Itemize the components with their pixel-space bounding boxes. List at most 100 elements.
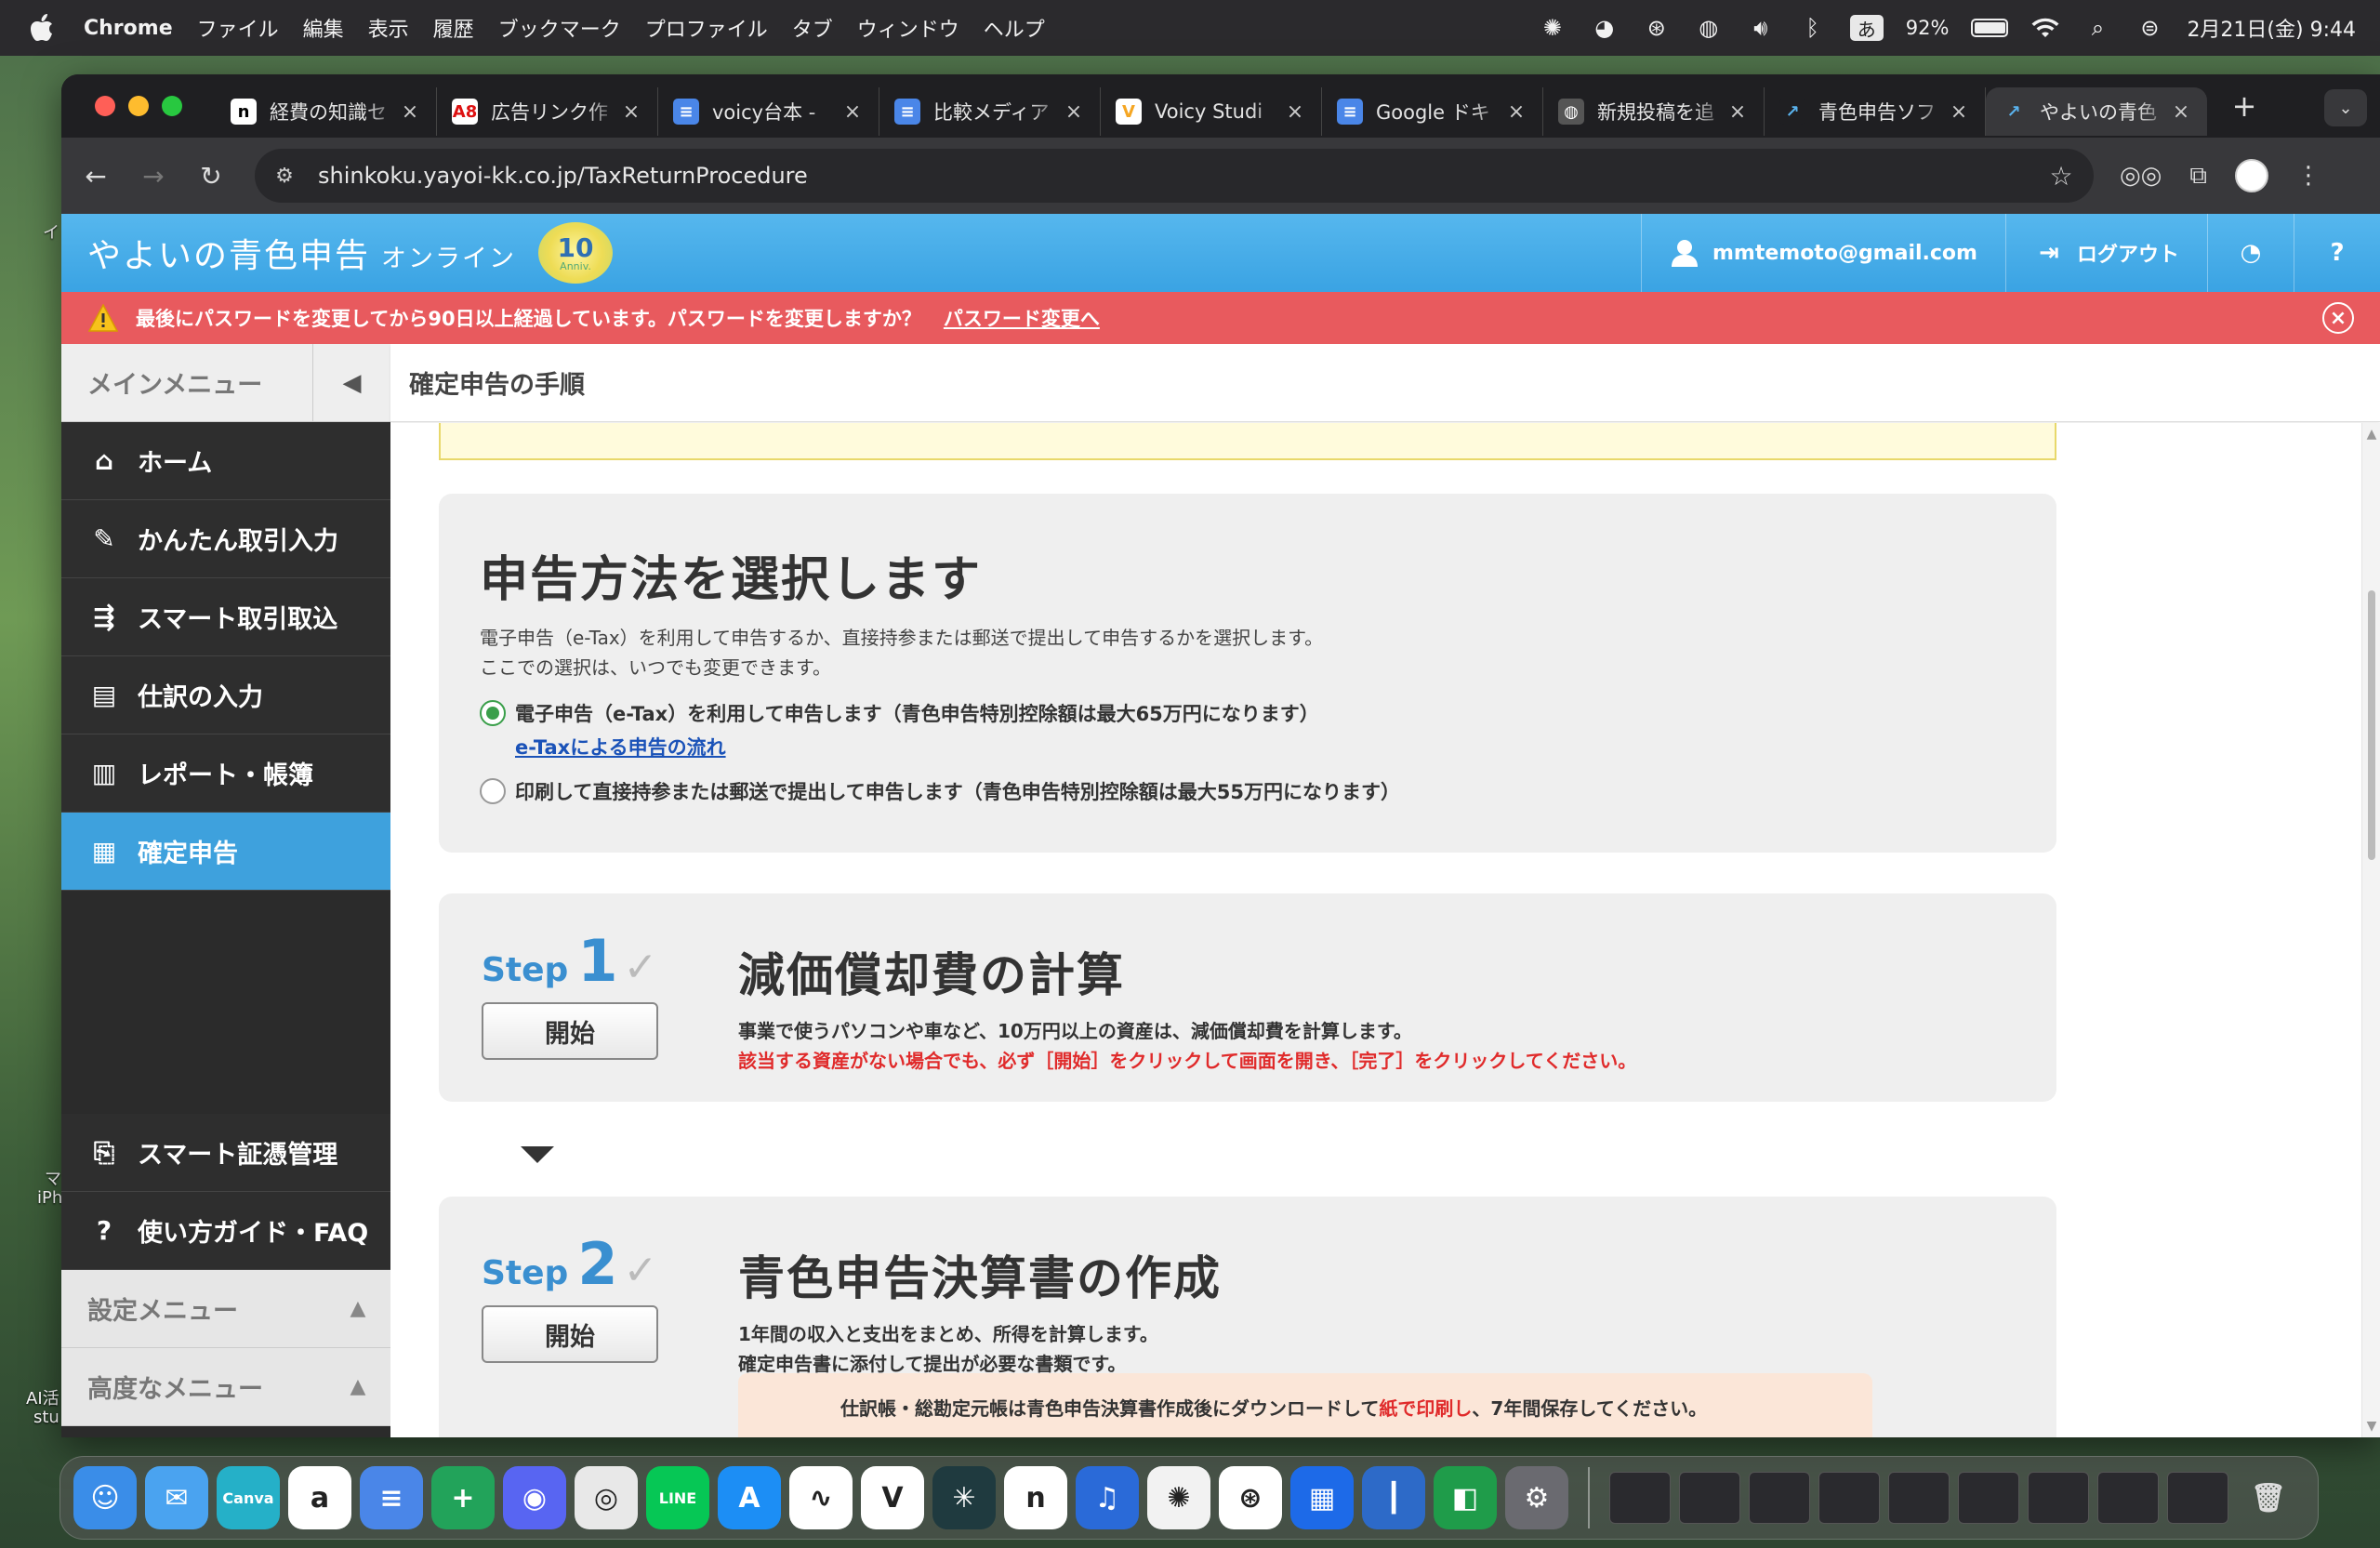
close-tab-icon[interactable]: × xyxy=(1284,100,1306,124)
quote-status-icon[interactable]: ◕ xyxy=(1590,13,1620,43)
menu-edit[interactable]: 編集 xyxy=(303,13,344,43)
browser-tab[interactable]: V Voicy Studi × xyxy=(1101,87,1322,136)
minimized-window-thumbnail[interactable] xyxy=(1609,1472,1671,1524)
logout-button[interactable]: ⇥ ログアウト xyxy=(2004,214,2207,292)
docs-app-icon[interactable]: ≡ xyxy=(360,1466,423,1529)
extensions-puzzle-icon[interactable]: ⧉ xyxy=(2189,162,2207,191)
browser-tab[interactable]: n 経費の知識セ × xyxy=(216,87,437,136)
browser-tab[interactable]: A8 広告リンク作 × xyxy=(437,87,658,136)
audible-app-icon[interactable]: ♫ xyxy=(1076,1466,1139,1529)
minimized-window-thumbnail[interactable] xyxy=(2028,1472,2089,1524)
chatgpt-status-icon[interactable]: ⊛ xyxy=(1642,13,1672,43)
wifi-icon[interactable] xyxy=(2030,13,2060,43)
finder-app-icon[interactable]: ☺ xyxy=(73,1466,137,1529)
print-option[interactable]: 印刷して直接持参または郵送で提出して申告します（青色申告特別控除額は最大55万円… xyxy=(480,777,2016,805)
page-scrollbar[interactable]: ▲ ▼ xyxy=(2361,423,2380,1437)
menu-bookmarks[interactable]: ブックマーク xyxy=(498,13,621,43)
trello-app-icon[interactable]: ▦ xyxy=(1290,1466,1354,1529)
browser-tab[interactable]: ≡ voicy台本 - × xyxy=(658,87,879,136)
perplexity-app-icon[interactable]: ✳ xyxy=(932,1466,996,1529)
change-password-link[interactable]: パスワード変更へ xyxy=(944,304,1100,332)
minimized-window-thumbnail[interactable] xyxy=(2097,1472,2159,1524)
input-method-indicator[interactable]: あ xyxy=(1849,15,1884,41)
sidebar-item[interactable]: ▦ 確定申告 xyxy=(61,813,390,891)
sidebar-item[interactable]: ⎘ スマート証憑管理 xyxy=(61,1114,390,1192)
scroll-down-icon[interactable]: ▼ xyxy=(2362,1419,2380,1434)
close-tab-icon[interactable]: × xyxy=(1505,100,1527,124)
minimize-window-button[interactable] xyxy=(128,96,149,116)
browser-tab[interactable]: ≡ 比較メディア × xyxy=(879,87,1101,136)
menu-view[interactable]: 表示 xyxy=(368,13,409,43)
browser-tab[interactable]: ↗ やよいの青色 × xyxy=(1986,87,2207,136)
appstore-app-icon[interactable]: A xyxy=(718,1466,781,1529)
minimized-window-thumbnail[interactable] xyxy=(1749,1472,1810,1524)
voice-memo-app-icon[interactable]: ┃ xyxy=(1362,1466,1425,1529)
help-button[interactable]: ? xyxy=(2294,214,2380,292)
browser-tab[interactable]: ↗ 青色申告ソフ × xyxy=(1765,87,1986,136)
reload-button[interactable]: ↻ xyxy=(188,152,234,199)
bookmark-star-icon[interactable]: ☆ xyxy=(2038,161,2084,192)
tab-search-button[interactable]: ⌄ xyxy=(2324,89,2367,126)
volume-icon[interactable]: 🔊︎ xyxy=(1746,13,1776,43)
forward-button[interactable]: → xyxy=(130,152,177,199)
sidebar-item[interactable]: ▤ 仕訳の入力 xyxy=(61,656,390,734)
close-tab-icon[interactable]: × xyxy=(1948,100,1970,124)
print-radio[interactable] xyxy=(480,778,506,804)
bluetooth-icon[interactable]: ᛒ xyxy=(1798,13,1828,43)
settings-menu-toggle[interactable]: 設定メニュー ▲ xyxy=(61,1270,390,1348)
line-status-icon[interactable]: ◍ xyxy=(1694,13,1724,43)
control-center-icon[interactable]: ⊜ xyxy=(2135,13,2164,43)
chatgpt-app-icon[interactable]: ⊛ xyxy=(1219,1466,1282,1529)
close-tab-icon[interactable]: × xyxy=(1726,100,1749,124)
discord-app-icon[interactable]: ◉ xyxy=(503,1466,566,1529)
menu-tab[interactable]: タブ xyxy=(792,13,833,43)
close-window-button[interactable] xyxy=(95,96,115,116)
browser-tab[interactable]: ◍ 新規投稿を追 × xyxy=(1543,87,1765,136)
etax-flow-link[interactable]: e-Taxによる申告の流れ xyxy=(515,733,726,761)
close-tab-icon[interactable]: × xyxy=(841,100,864,124)
back-button[interactable]: ← xyxy=(73,152,119,199)
app-logo[interactable]: やよいの青色申告 オンライン xyxy=(87,229,516,277)
profile-avatar[interactable] xyxy=(2234,159,2268,192)
menu-app-name[interactable]: Chrome xyxy=(84,17,173,40)
minimized-window-thumbnail[interactable] xyxy=(1958,1472,2019,1524)
menu-clock[interactable]: 2月21日(金) 9:44 xyxy=(2187,13,2356,43)
sidebar-item[interactable]: ▥ レポート・帳簿 xyxy=(61,734,390,813)
sidebar-item[interactable]: ? 使い方ガイド・FAQ xyxy=(61,1192,390,1270)
apple-icon[interactable] xyxy=(28,14,56,42)
close-tab-icon[interactable]: × xyxy=(620,100,642,124)
close-alert-icon[interactable]: × xyxy=(2322,302,2354,334)
minimized-window-thumbnail[interactable] xyxy=(1679,1472,1740,1524)
menu-profiles[interactable]: プロファイル xyxy=(645,13,768,43)
etax-option[interactable]: 電子申告（e-Tax）を利用して申告します（青色申告特別控除額は最大65万円にな… xyxy=(480,699,2016,727)
scrollbar-thumb[interactable] xyxy=(2368,590,2375,860)
close-tab-icon[interactable]: × xyxy=(1063,100,1085,124)
zoom-window-button[interactable] xyxy=(162,96,182,116)
close-tab-icon[interactable]: × xyxy=(2170,100,2192,124)
extension-glasses-icon[interactable]: ◎◎ xyxy=(2120,162,2162,190)
sidebar-item[interactable]: ⌂ ホーム xyxy=(61,422,390,500)
classroom-app-icon[interactable]: ◧ xyxy=(1434,1466,1497,1529)
new-tab-button[interactable]: + xyxy=(2226,88,2263,124)
claude-status-icon[interactable]: ✺ xyxy=(1538,13,1567,43)
close-tab-icon[interactable]: × xyxy=(399,100,421,124)
spotlight-search-icon[interactable]: ⌕ xyxy=(2082,13,2112,43)
sheets-app-icon[interactable]: + xyxy=(431,1466,495,1529)
advanced-menu-toggle[interactable]: 高度なメニュー ▲ xyxy=(61,1348,390,1426)
step-1-start-button[interactable]: 開始 xyxy=(482,1002,658,1060)
site-info-icon[interactable]: ⚙ xyxy=(264,155,305,196)
chrome-app-icon[interactable]: ◎ xyxy=(575,1466,638,1529)
settings-app-icon[interactable]: ⚙ xyxy=(1505,1466,1568,1529)
scroll-up-icon[interactable]: ▲ xyxy=(2362,427,2380,442)
minimized-window-thumbnail[interactable] xyxy=(1818,1472,1880,1524)
battery-icon[interactable] xyxy=(1971,19,2009,37)
support-chat-button[interactable]: ◔ xyxy=(2207,214,2294,292)
mail-app-icon[interactable]: ✉ xyxy=(145,1466,208,1529)
step-2-start-button[interactable]: 開始 xyxy=(482,1305,658,1363)
trash-icon[interactable]: 🗑︎ xyxy=(2237,1466,2300,1529)
notion-app-icon[interactable]: n xyxy=(1004,1466,1067,1529)
menu-history[interactable]: 履歴 xyxy=(433,13,474,43)
voicy-app-icon[interactable]: V xyxy=(861,1466,924,1529)
menu-window[interactable]: ウィンドウ xyxy=(857,13,959,43)
address-bar[interactable]: ⚙ shinkoku.yayoi-kk.co.jp/TaxReturnProce… xyxy=(255,149,2094,203)
